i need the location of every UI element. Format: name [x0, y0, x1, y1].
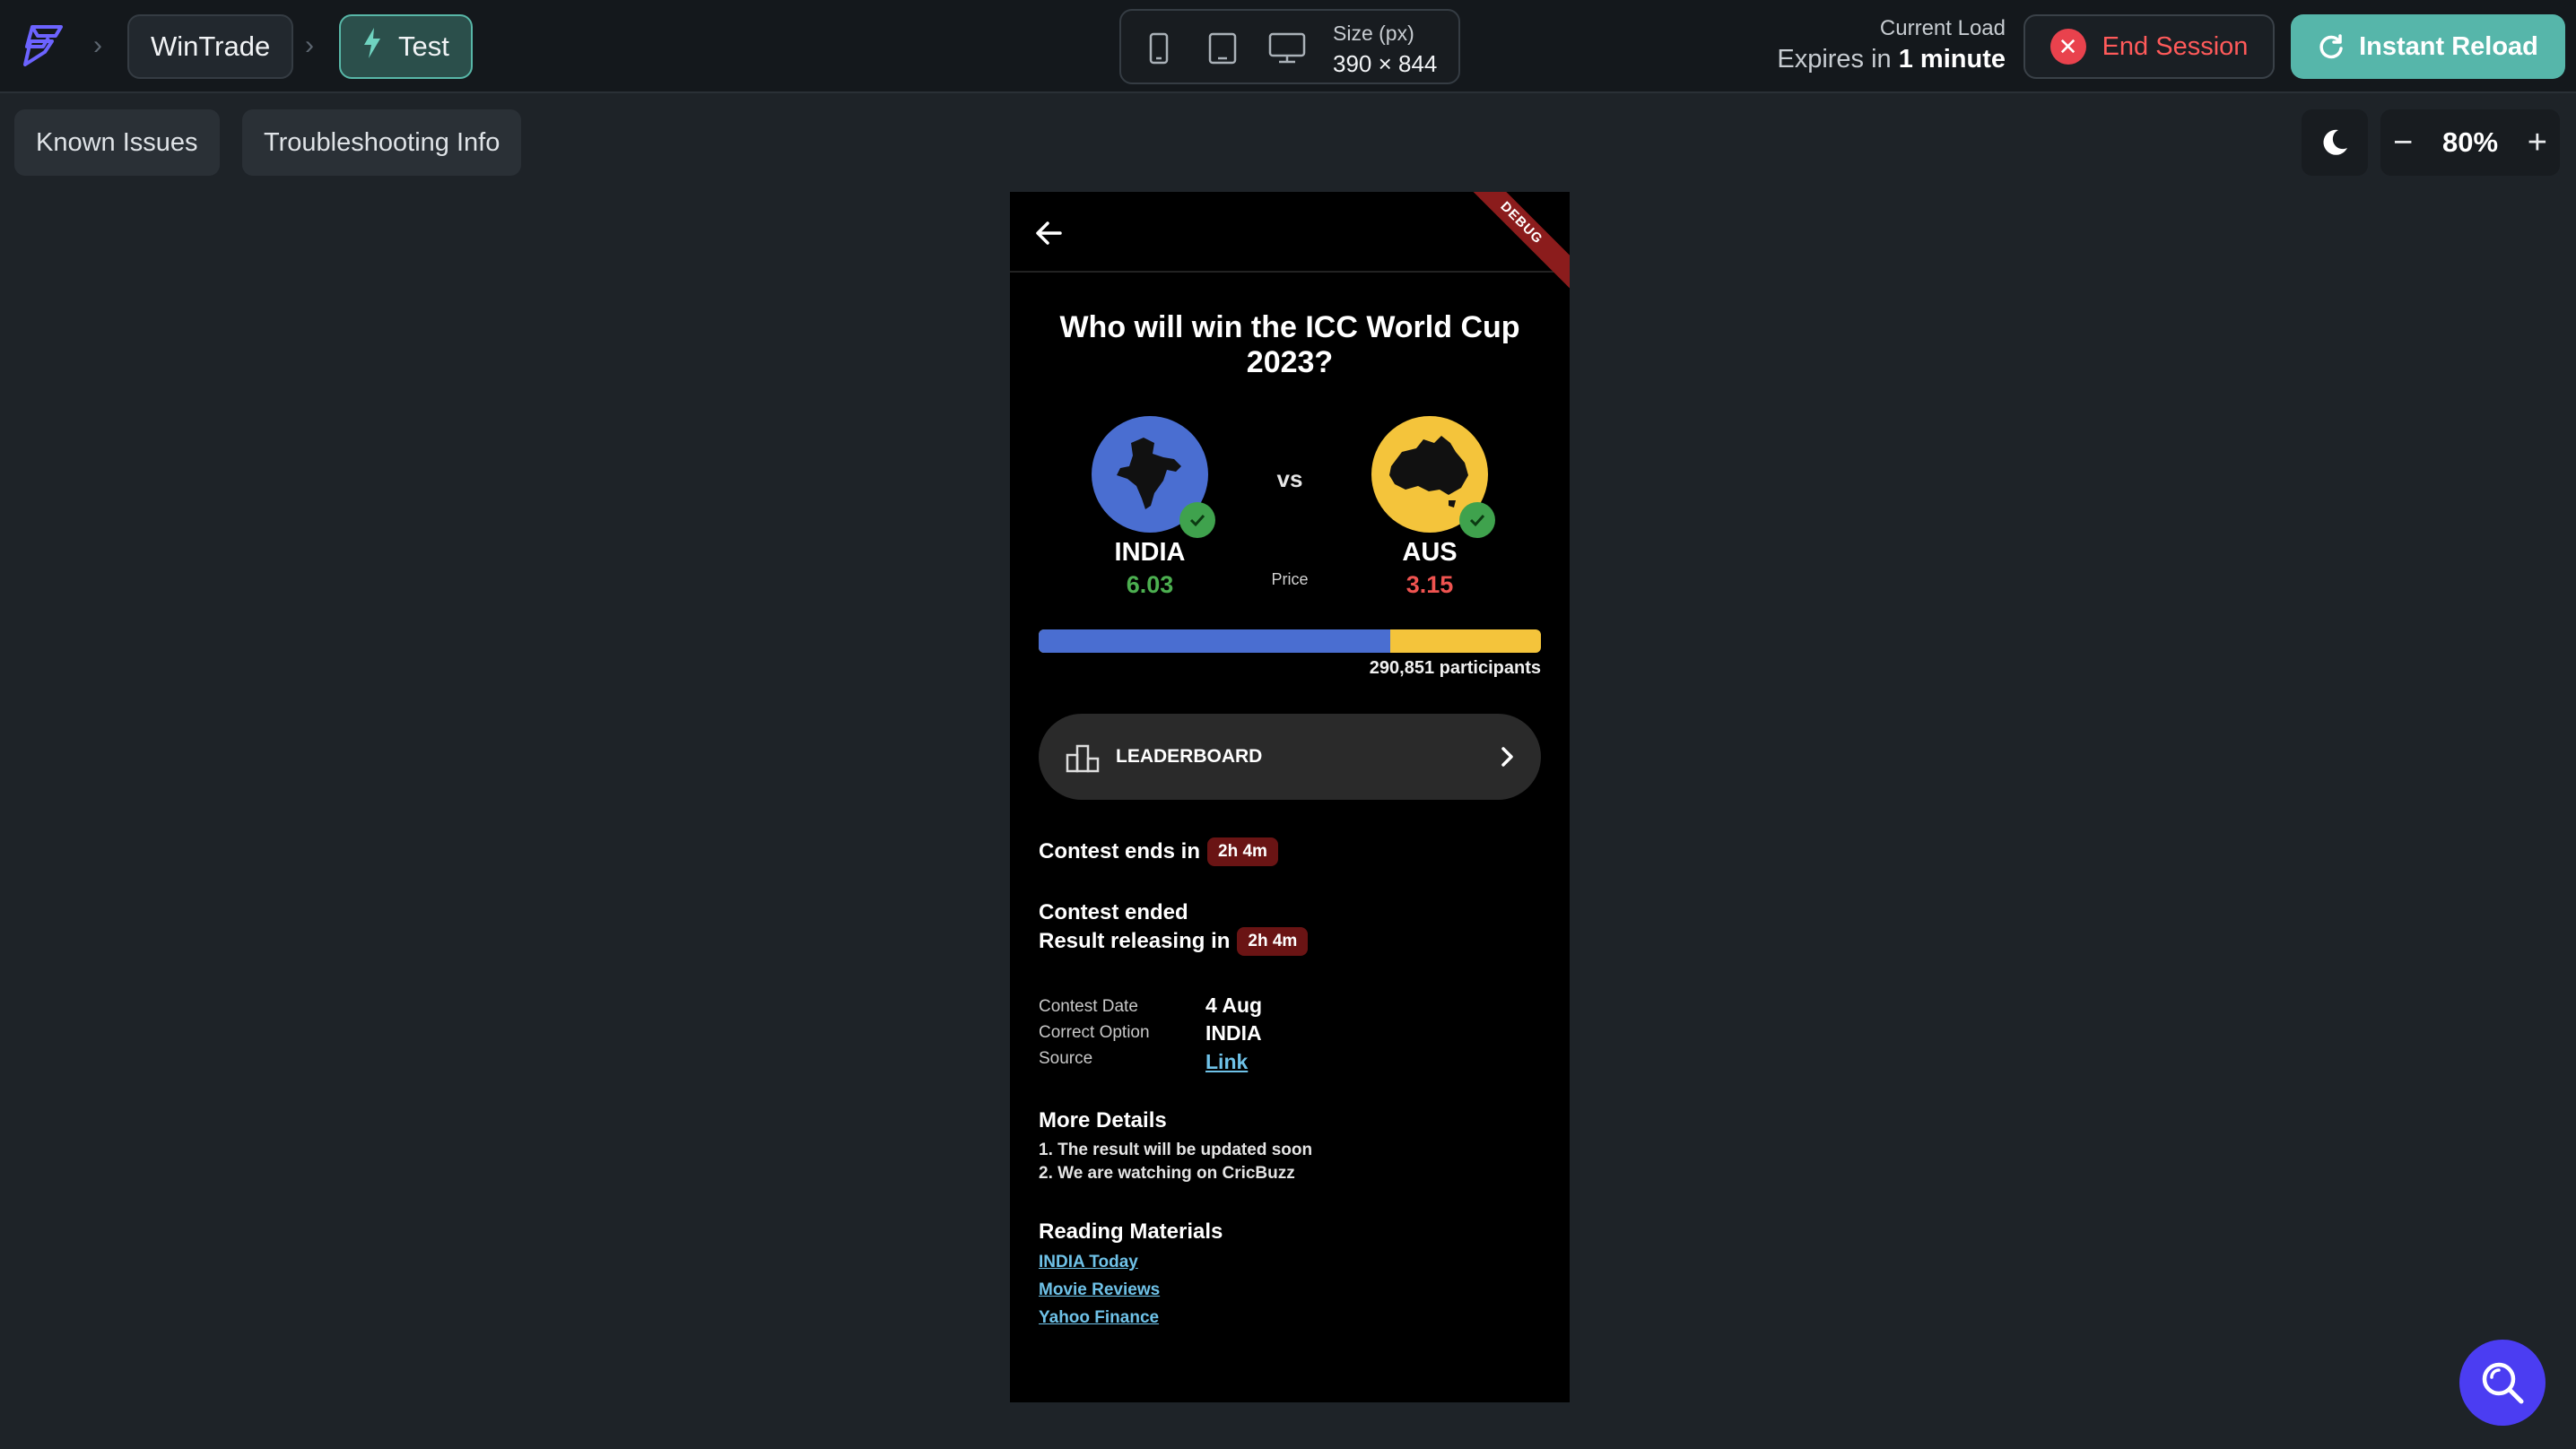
- device-size-selector: Size (px) 390 × 844: [1119, 9, 1460, 84]
- size-label: Size (px): [1333, 22, 1414, 45]
- result-releasing-label: Result releasing in: [1039, 929, 1231, 953]
- chevron-right-icon: ›: [93, 30, 102, 60]
- zoom-in-button[interactable]: +: [2528, 124, 2547, 162]
- instant-reload-button[interactable]: Instant Reload: [2291, 14, 2565, 79]
- current-load-label: Current Load: [1879, 16, 2006, 40]
- vote-split-bar: [1039, 629, 1541, 653]
- reading-link-india-today[interactable]: INDIA Today: [1039, 1253, 1138, 1272]
- troubleshooting-info-button[interactable]: Troubleshooting Info: [242, 109, 522, 176]
- lightning-icon: [362, 27, 382, 66]
- known-issues-label: Known Issues: [36, 127, 198, 157]
- chevron-right-icon: [1501, 747, 1513, 767]
- reading-materials-heading: Reading Materials: [1039, 1219, 1223, 1244]
- check-icon: [1179, 502, 1215, 538]
- india-flag-avatar: [1092, 416, 1215, 538]
- chevron-right-icon: ›: [305, 30, 314, 60]
- moon-icon: [2323, 129, 2347, 155]
- instant-reload-label: Instant Reload: [2359, 31, 2538, 61]
- team-b-option[interactable]: AUS 3.15: [1349, 416, 1510, 599]
- team-b-name: AUS: [1402, 538, 1458, 567]
- known-issues-button[interactable]: Known Issues: [14, 109, 220, 176]
- leaderboard-button[interactable]: LEADERBOARD: [1039, 714, 1541, 800]
- top-bar: › WinTrade › Test Size (px) 390 × 844 Cu…: [0, 0, 2576, 93]
- search-fab-button[interactable]: [2459, 1340, 2546, 1426]
- expires-prefix: Expires in: [1777, 45, 1892, 74]
- team-a-name: INDIA: [1114, 538, 1186, 567]
- session-expiry: Expires in 1 minute: [1777, 45, 2006, 74]
- team-a-price: 6.03: [1126, 571, 1174, 598]
- source-key: Source: [1039, 1049, 1093, 1068]
- flutterflow-logo-icon[interactable]: [20, 20, 70, 70]
- contest-date-key: Contest Date: [1039, 997, 1138, 1016]
- versus-label: vs: [1276, 465, 1303, 492]
- end-session-button[interactable]: ✕ End Session: [2023, 14, 2275, 79]
- zoom-control: − 80% +: [2380, 109, 2560, 176]
- leaderboard-label: LEADERBOARD: [1116, 746, 1263, 767]
- podium-icon: [1066, 744, 1100, 773]
- source-link[interactable]: Link: [1205, 1050, 1248, 1074]
- dark-mode-toggle[interactable]: [2302, 109, 2368, 176]
- price-label: Price: [1271, 570, 1309, 588]
- team-b-price: 3.15: [1405, 571, 1454, 598]
- more-details-item: 1. The result will be updated soon: [1039, 1141, 1313, 1159]
- project-name: WinTrade: [151, 30, 271, 62]
- result-releasing-badge: 2h 4m: [1237, 927, 1309, 956]
- branch-name: Test: [398, 30, 449, 62]
- participants-count: 290,851 participants: [1369, 658, 1541, 678]
- australia-flag-avatar: [1371, 416, 1495, 538]
- zoom-level: 80%: [2441, 126, 2499, 158]
- zoom-out-button[interactable]: −: [2393, 124, 2413, 162]
- device-preview: DEBUG Who will win the ICC World Cup 202…: [1010, 192, 1570, 1402]
- end-session-label: End Session: [2102, 31, 2249, 61]
- check-icon: [1459, 502, 1495, 538]
- contest-ended-label: Contest ended: [1039, 900, 1188, 924]
- team-a-option[interactable]: INDIA 6.03: [1069, 416, 1231, 599]
- tablet-device-icon[interactable]: [1207, 32, 1238, 65]
- troubleshooting-label: Troubleshooting Info: [264, 127, 500, 157]
- contest-ends-label: Contest ends in: [1039, 839, 1201, 863]
- phone-device-icon[interactable]: [1148, 32, 1170, 65]
- branch-test-button[interactable]: Test: [339, 14, 473, 79]
- correct-option-value: INDIA: [1205, 1021, 1262, 1045]
- vote-split-fill: [1039, 629, 1390, 653]
- app-bar: DEBUG: [1010, 192, 1570, 295]
- result-releasing-row: Result releasing in 2h 4m: [1039, 927, 1309, 956]
- expires-value: 1 minute: [1898, 45, 2006, 74]
- debug-banner: DEBUG: [1449, 192, 1570, 295]
- back-arrow-icon[interactable]: [1033, 217, 1066, 249]
- project-breadcrumb[interactable]: WinTrade: [127, 14, 294, 79]
- desktop-device-icon[interactable]: [1268, 32, 1306, 65]
- reading-link-yahoo-finance[interactable]: Yahoo Finance: [1039, 1308, 1159, 1328]
- correct-option-key: Correct Option: [1039, 1023, 1150, 1042]
- close-circle-icon: ✕: [2049, 29, 2086, 65]
- contest-ends-badge: 2h 4m: [1207, 837, 1278, 866]
- reading-link-movie-reviews[interactable]: Movie Reviews: [1039, 1280, 1160, 1300]
- contest-ends-row: Contest ends in 2h 4m: [1039, 837, 1278, 866]
- more-details-heading: More Details: [1039, 1108, 1167, 1132]
- more-details-item: 2. We are watching on CricBuzz: [1039, 1164, 1295, 1183]
- contest-date-value: 4 Aug: [1205, 993, 1263, 1017]
- size-value: 390 × 844: [1333, 50, 1438, 77]
- refresh-icon: [2319, 34, 2343, 59]
- search-icon: [2482, 1362, 2524, 1404]
- question-title: Who will win the ICC World Cup 2023?: [1059, 310, 1520, 379]
